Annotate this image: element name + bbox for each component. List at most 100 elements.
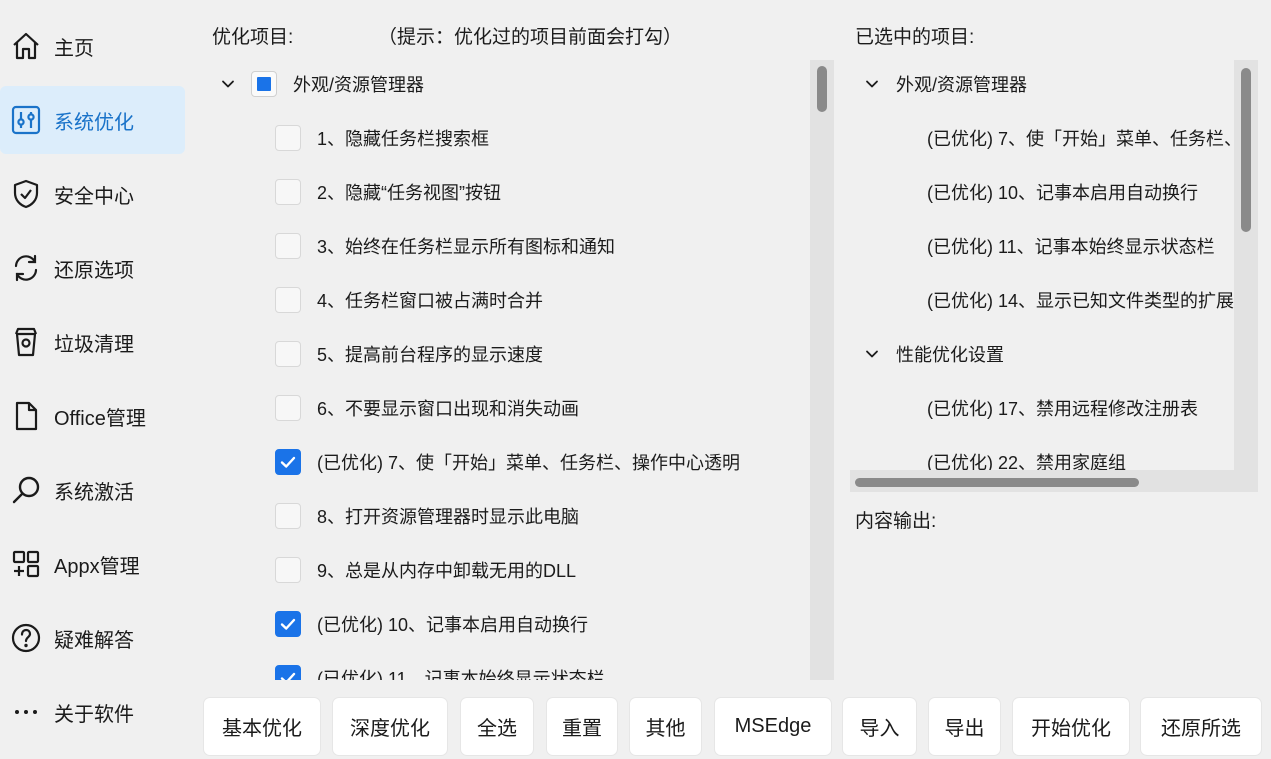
right-hscroll-thumb[interactable] [855, 478, 1139, 487]
output-heading: 内容输出: [855, 511, 937, 532]
sidebar-item-4[interactable]: 垃圾清理 [0, 308, 185, 376]
item-checkbox[interactable] [275, 179, 301, 205]
selected-item-label: (已优化) 14、显示已知文件类型的扩展名 [927, 291, 1253, 311]
item-label: 4、任务栏窗口被占满时合并 [317, 291, 544, 311]
sidebar-item-6[interactable]: 系统激活 [0, 456, 185, 524]
selected-item-row[interactable]: (已优化) 11、记事本始终显示状态栏 [927, 219, 1215, 273]
tune-icon [9, 103, 43, 137]
left-scrollbar[interactable] [810, 60, 834, 680]
toolbar-button-5[interactable]: MSEdge [715, 698, 831, 755]
refresh-icon [9, 251, 43, 285]
item-label: 6、不要显示窗口出现和消失动画 [317, 399, 580, 419]
selected-item-label: (已优化) 11、记事本始终显示状态栏 [927, 237, 1215, 257]
toolbar-button-4[interactable]: 其他 [630, 698, 701, 755]
tree-item-row[interactable]: (已优化) 11、记事本始终显示状态栏 [205, 651, 805, 680]
selected-group-row[interactable]: 性能优化设置 [862, 327, 1004, 381]
toolbar-button-7[interactable]: 导出 [929, 698, 1000, 755]
tree-item-row[interactable]: 9、总是从内存中卸载无用的DLL [205, 543, 805, 597]
item-label: 8、打开资源管理器时显示此电脑 [317, 507, 580, 527]
selected-item-row[interactable]: (已优化) 7、使「开始」菜单、任务栏、操作中心透明 [927, 111, 1258, 165]
sidebar-item-1[interactable]: 系统优化 [0, 86, 185, 154]
toolbar-button-0[interactable]: 基本优化 [204, 698, 320, 755]
selected-group-label: 外观/资源管理器 [896, 75, 1028, 95]
selected-group-row[interactable]: 外观/资源管理器 [862, 60, 1027, 111]
chevron-down-icon[interactable] [862, 344, 882, 364]
tree-item-row[interactable]: (已优化) 7、使「开始」菜单、任务栏、操作中心透明 [205, 435, 805, 489]
selected-tree: 外观/资源管理器 (已优化) 7、使「开始」菜单、任务栏、操作中心透明 (已优化) … [850, 60, 1258, 492]
item-label: 5、提高前台程序的显示速度 [317, 345, 544, 365]
item-label: (已优化) 11、记事本始终显示状态栏 [317, 669, 605, 680]
selected-item-label: (已优化) 17、禁用远程修改注册表 [927, 399, 1199, 419]
item-label: (已优化) 10、记事本启用自动换行 [317, 615, 589, 635]
tree-item-row[interactable]: 1、隐藏任务栏搜索框 [205, 111, 805, 165]
right-vscroll-thumb[interactable] [1241, 68, 1251, 232]
sidebar-item-label: 关于软件 [54, 703, 134, 726]
toolbar-button-1[interactable]: 深度优化 [333, 698, 447, 755]
right-vertical-scrollbar[interactable] [1234, 60, 1258, 470]
selected-item-label: (已优化) 7、使「开始」菜单、任务栏、操作中心透明 [927, 129, 1258, 149]
selected-group-label: 性能优化设置 [896, 345, 1004, 365]
sidebar-item-9[interactable]: 关于软件 [0, 678, 185, 746]
item-checkbox[interactable] [275, 395, 301, 421]
tree-item-row[interactable]: 4、任务栏窗口被占满时合并 [205, 273, 805, 327]
group-checkbox[interactable] [251, 71, 277, 97]
sidebar-item-label: 系统优化 [54, 111, 134, 134]
sidebar-item-0[interactable]: 主页 [0, 12, 185, 80]
chevron-down-icon[interactable] [862, 74, 882, 94]
toolbar-button-2[interactable]: 全选 [461, 698, 533, 755]
toolbar-button-6[interactable]: 导入 [843, 698, 916, 755]
left-scrollbar-thumb[interactable] [817, 66, 827, 112]
tree-group-row[interactable]: 外观/资源管理器 [205, 60, 805, 111]
sidebar-item-8[interactable]: 疑难解答 [0, 604, 185, 672]
toolbar-button-8[interactable]: 开始优化 [1013, 698, 1129, 755]
sidebar-item-label: 安全中心 [54, 185, 134, 208]
home-icon [9, 29, 43, 63]
toolbar-button-9[interactable]: 还原所选 [1141, 698, 1261, 755]
tree-item-row[interactable]: 8、打开资源管理器时显示此电脑 [205, 489, 805, 543]
sidebar-item-label: 还原选项 [54, 259, 134, 282]
sidebar-item-label: 主页 [54, 37, 94, 60]
item-checkbox[interactable] [275, 665, 301, 680]
selected-item-row[interactable]: (已优化) 10、记事本启用自动换行 [927, 165, 1198, 219]
sidebar-item-3[interactable]: 还原选项 [0, 234, 185, 302]
item-label: 1、隐藏任务栏搜索框 [317, 129, 490, 149]
optimize-items-heading: 优化项目: [212, 27, 294, 48]
selected-item-label: (已优化) 10、记事本启用自动换行 [927, 183, 1199, 203]
chevron-down-icon[interactable] [218, 74, 238, 94]
selected-items-heading: 已选中的项目: [855, 27, 975, 48]
apps-icon [9, 547, 43, 581]
item-checkbox[interactable] [275, 341, 301, 367]
right-horizontal-scrollbar[interactable] [850, 470, 1258, 492]
sidebar-item-5[interactable]: Office管理 [0, 382, 185, 450]
tree-item-row[interactable]: 6、不要显示窗口出现和消失动画 [205, 381, 805, 435]
indeterminate-mark [257, 77, 271, 91]
item-checkbox[interactable] [275, 611, 301, 637]
item-label: 3、始终在任务栏显示所有图标和通知 [317, 237, 616, 257]
help-icon [9, 621, 43, 655]
document-icon [9, 399, 43, 433]
sidebar-item-label: Office管理 [54, 407, 146, 430]
tree-item-row[interactable]: 3、始终在任务栏显示所有图标和通知 [205, 219, 805, 273]
selected-item-row[interactable]: (已优化) 17、禁用远程修改注册表 [927, 381, 1198, 435]
toolbar-button-3[interactable]: 重置 [547, 698, 617, 755]
item-label: 9、总是从内存中卸载无用的DLL [317, 561, 577, 581]
sidebar-item-label: 垃圾清理 [54, 333, 134, 356]
item-checkbox[interactable] [275, 287, 301, 313]
sidebar: 主页系统优化安全中心还原选项垃圾清理 Office管理系统激活 Appx管理 疑难解答… [0, 0, 190, 759]
magnifier-icon [9, 473, 43, 507]
sidebar-item-7[interactable]: Appx管理 [0, 530, 185, 598]
sidebar-item-2[interactable]: 安全中心 [0, 160, 185, 228]
item-checkbox[interactable] [275, 503, 301, 529]
item-checkbox[interactable] [275, 233, 301, 259]
tree-item-row[interactable]: 2、隐藏“任务视图”按钮 [205, 165, 805, 219]
tree-item-row[interactable]: 5、提高前台程序的显示速度 [205, 327, 805, 381]
selected-item-row[interactable]: (已优化) 14、显示已知文件类型的扩展名 [927, 273, 1252, 327]
item-label: (已优化) 7、使「开始」菜单、任务栏、操作中心透明 [317, 453, 740, 473]
item-checkbox[interactable] [275, 125, 301, 151]
tree-item-row[interactable]: (已优化) 10、记事本启用自动换行 [205, 597, 805, 651]
item-checkbox[interactable] [275, 557, 301, 583]
sidebar-item-label: 疑难解答 [54, 629, 134, 652]
sidebar-item-label: Appx管理 [54, 555, 140, 578]
item-label: 2、隐藏“任务视图”按钮 [317, 183, 501, 203]
item-checkbox[interactable] [275, 449, 301, 475]
